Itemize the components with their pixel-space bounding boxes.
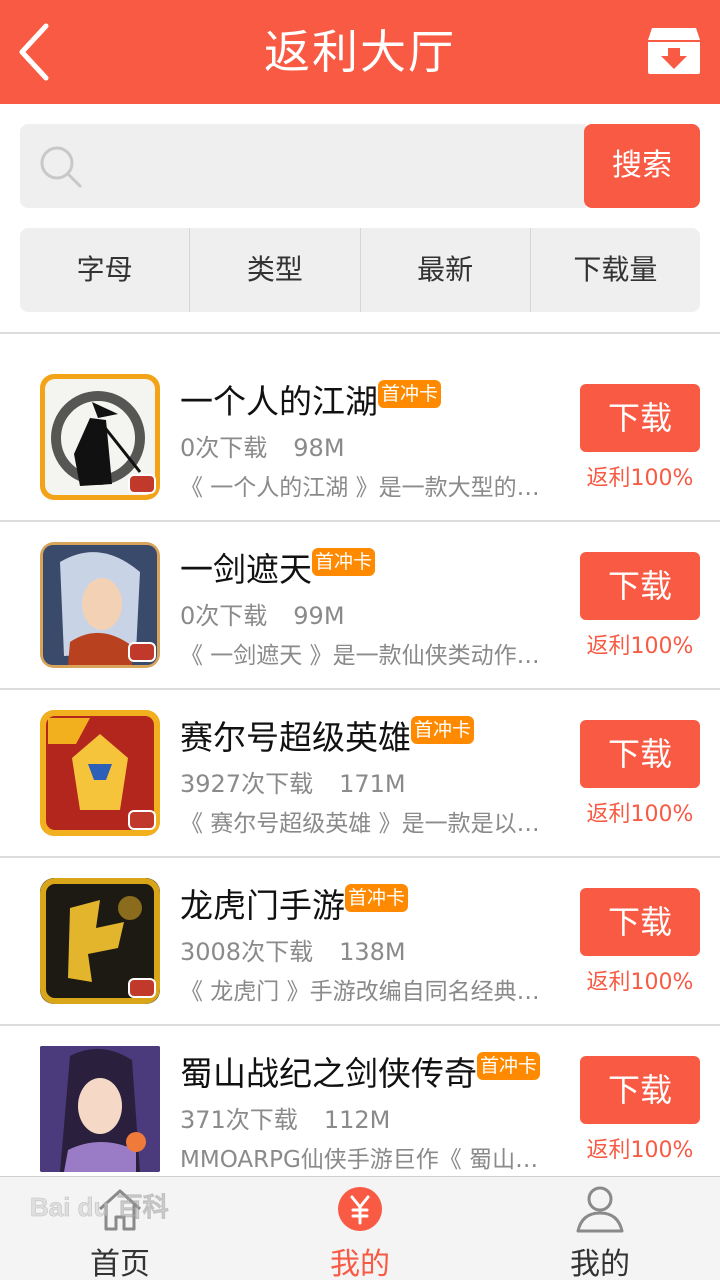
list-item[interactable]: 一个人的江湖 首冲卡 0次下载 98M 《 一个人的江湖 》是一款大型的卡... … [0,354,720,522]
game-title-row: 蜀山战纪之剑侠传奇 首冲卡 [180,1052,541,1096]
game-title-row: 一剑遮天 首冲卡 [180,548,376,592]
user-icon [576,1186,624,1233]
tab-label: 首页 [90,1247,150,1280]
first-charge-tag: 首冲卡 [345,884,409,912]
first-charge-tag: 首冲卡 [477,1052,541,1080]
app-header: 返利大厅 [0,0,720,104]
list-item[interactable]: 一剑遮天 首冲卡 0次下载 99M 《 一剑遮天 》是一款仙侠类动作手... 下载… [0,522,720,690]
home-icon [98,1189,142,1231]
download-button[interactable]: 下载 [580,384,700,452]
rebate-label: 返利100% [586,466,694,491]
game-title-row: 龙虎门手游 首冲卡 [180,884,409,928]
list-item[interactable]: 蜀山战纪之剑侠传奇 首冲卡 371次下载 112M MMOARPG仙侠手游巨作《 … [0,1026,720,1194]
game-name: 蜀山战纪之剑侠传奇 [180,1054,477,1093]
game-meta: 3927次下载 171M [180,764,406,799]
search-bar: 搜索 [20,124,700,208]
game-title-row: 赛尔号超级英雄 首冲卡 [180,716,475,760]
game-meta: 371次下载 112M [180,1100,390,1135]
filter-newest[interactable]: 最新 [361,228,531,312]
download-manager-button[interactable] [646,26,702,76]
game-title-row: 一个人的江湖 首冲卡 [180,380,442,424]
download-button[interactable]: 下载 [580,1056,700,1124]
divider [0,332,720,334]
file-size: 171M [339,770,406,798]
game-icon [40,542,160,668]
tab-home[interactable]: 首页 [0,1177,240,1280]
download-count: 3927次下载 [180,770,314,798]
game-name: 一个人的江湖 [180,382,378,421]
gamepad-badge-icon [128,642,156,662]
game-icon [40,710,160,836]
game-meta: 0次下载 98M [180,428,345,463]
first-charge-tag: 首冲卡 [312,548,376,576]
first-charge-tag: 首冲卡 [411,716,475,744]
download-count: 371次下载 [180,1106,298,1134]
filter-type[interactable]: 类型 [190,228,361,312]
tab-profile[interactable]: 我的 [480,1177,720,1280]
download-count: 0次下载 [180,434,268,462]
search-icon [40,146,82,188]
file-size: 138M [339,938,406,966]
game-meta: 0次下载 99M [180,596,345,631]
list-item[interactable]: 赛尔号超级英雄 首冲卡 3927次下载 171M 《 赛尔号超级英雄 》是一款是以… [0,690,720,858]
search-button[interactable]: 搜索 [584,124,700,208]
filter-letter[interactable]: 字母 [20,228,191,312]
download-button[interactable]: 下载 [580,552,700,620]
download-count: 3008次下载 [180,938,314,966]
download-box-icon [648,28,700,74]
yuan-coin-icon [338,1187,382,1231]
game-description: 《 龙虎门 》手游改编自同名经典港... [180,979,560,1005]
game-list: 一个人的江湖 首冲卡 0次下载 98M 《 一个人的江湖 》是一款大型的卡... … [0,354,720,1194]
game-icon [40,374,160,500]
tab-label: 我的 [570,1247,630,1280]
tab-rebate[interactable]: 我的 [240,1177,480,1280]
game-meta: 3008次下载 138M [180,932,406,967]
rebate-label: 返利100% [586,634,694,659]
game-icon [40,878,160,1004]
list-item[interactable]: 龙虎门手游 首冲卡 3008次下载 138M 《 龙虎门 》手游改编自同名经典港.… [0,858,720,1026]
search-input[interactable] [94,124,574,208]
download-button[interactable]: 下载 [580,720,700,788]
game-name: 赛尔号超级英雄 [180,718,411,757]
filter-downloads[interactable]: 下载量 [531,228,700,312]
game-icon [40,1046,160,1172]
file-size: 98M [293,434,345,462]
sort-filter-bar: 字母 类型 最新 下载量 [20,228,700,312]
game-description: 《 一个人的江湖 》是一款大型的卡... [180,475,560,501]
page-title: 返利大厅 [264,25,456,79]
first-charge-tag: 首冲卡 [378,380,442,408]
file-size: 112M [323,1106,391,1134]
bottom-tab-bar: 首页 我的 我的 [0,1176,720,1280]
gamepad-badge-icon [128,474,156,494]
game-name: 龙虎门手游 [180,886,345,925]
rebate-label: 返利100% [586,970,694,995]
game-description: 《 赛尔号超级英雄 》是一款是以热... [180,811,560,837]
rebate-label: 返利100% [586,1138,694,1163]
search-field[interactable] [20,124,586,208]
download-button[interactable]: 下载 [580,888,700,956]
download-count: 0次下载 [180,602,268,630]
game-description: MMOARPG仙侠手游巨作《 蜀山战... [180,1147,560,1173]
heroine-portrait-icon [40,1046,160,1172]
rebate-label: 返利100% [586,802,694,827]
file-size: 99M [293,602,345,630]
game-name: 一剑遮天 [180,550,312,589]
gamepad-badge-icon [128,810,156,830]
gamepad-badge-icon [128,978,156,998]
tab-label: 我的 [330,1247,390,1280]
game-description: 《 一剑遮天 》是一款仙侠类动作手... [180,643,560,669]
